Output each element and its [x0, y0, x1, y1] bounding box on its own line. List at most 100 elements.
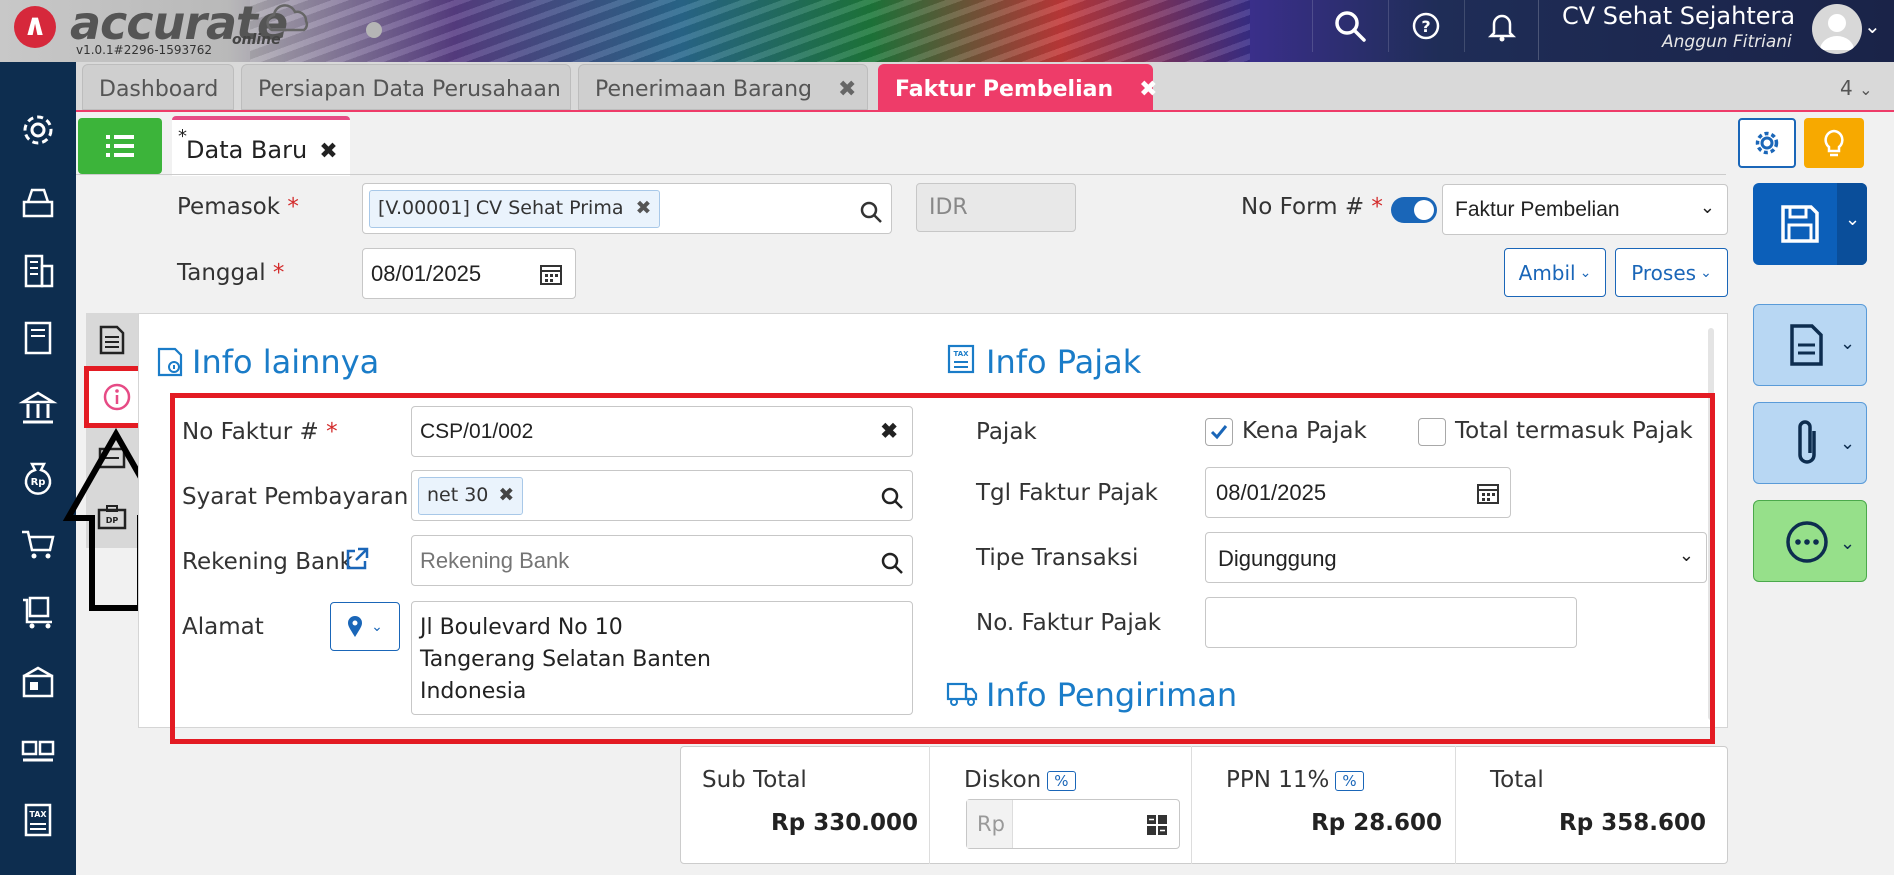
lightbulb-icon — [1824, 129, 1844, 157]
list-document-icon — [99, 325, 125, 355]
save-button[interactable]: ⌄ — [1753, 183, 1867, 265]
no-form-select[interactable]: Faktur Pembelian ⌄ — [1442, 184, 1728, 235]
sidebar-item-purchase[interactable] — [14, 588, 62, 636]
sidebar-item-bank[interactable] — [14, 384, 62, 432]
tab-penerimaan-barang[interactable]: Penerimaan Barang ✖ — [578, 64, 868, 110]
sidebar-item-sales[interactable] — [14, 520, 62, 568]
tips-button[interactable] — [1804, 118, 1864, 168]
sidebar-item-cashier[interactable] — [14, 178, 62, 226]
bank-icon — [18, 391, 58, 424]
no-form-value: Faktur Pembelian — [1455, 198, 1620, 221]
close-icon[interactable]: ✖ — [1139, 77, 1157, 102]
diskon-prefix: Rp — [967, 800, 1013, 848]
diskon-field[interactable]: Rp — [966, 799, 1180, 849]
help-icon: ? — [1412, 12, 1439, 40]
user-name: Anggun Fitriani — [1662, 32, 1792, 52]
chevron-down-icon: ⌄ — [1579, 264, 1592, 281]
avatar[interactable] — [1812, 4, 1862, 54]
ppn-value: Rp 28.600 — [1311, 810, 1442, 836]
pemasok-field[interactable]: [V.00001] CV Sehat Prima ✖ — [362, 183, 892, 234]
calculator-icon[interactable] — [1145, 813, 1169, 837]
sidebar-item-assets[interactable] — [14, 728, 62, 776]
ambil-button[interactable]: Ambil ⌄ — [1504, 248, 1606, 297]
ppn-percent-toggle[interactable]: % — [1335, 770, 1364, 791]
svg-text:?: ? — [1421, 17, 1430, 36]
close-icon[interactable]: ✖ — [838, 77, 856, 102]
tax-icon: TAX — [24, 803, 52, 837]
search-button[interactable] — [1312, 0, 1386, 52]
tab-data-baru[interactable]: * Data Baru ✖ — [172, 116, 350, 176]
tab-persiapan-data[interactable]: Persiapan Data Perusahaan — [241, 64, 571, 110]
cloud-icon — [266, 4, 309, 32]
list-view-button[interactable] — [78, 118, 162, 174]
user-avatar-icon — [1820, 14, 1854, 50]
info-pajak-title: Info Pajak — [986, 343, 1142, 381]
bell-icon — [1487, 14, 1516, 42]
company-name[interactable]: CV Sehat Sejahtera — [1562, 2, 1795, 30]
highlight-box — [170, 393, 1715, 744]
tab-label: Persiapan Data Perusahaan — [258, 77, 561, 102]
ppn-label: PPN 11%% — [1226, 767, 1364, 793]
document-button[interactable]: ⌄ — [1753, 304, 1867, 386]
building-icon — [24, 254, 54, 288]
tax-receipt-icon: TAX — [947, 344, 975, 374]
search-icon[interactable] — [859, 200, 883, 224]
ambil-label: Ambil — [1518, 260, 1576, 285]
more-actions-button[interactable]: ⌄ — [1753, 500, 1867, 582]
subtab-label: Data Baru — [186, 136, 308, 164]
sidebar-item-settings[interactable] — [14, 106, 62, 154]
subtotal-value: Rp 330.000 — [771, 810, 918, 836]
tanggal-label: Tanggal * — [177, 260, 285, 286]
search-icon — [1334, 11, 1366, 42]
sidebar-item-inventory[interactable] — [14, 658, 62, 706]
settings-button[interactable] — [1738, 118, 1796, 168]
attachment-button[interactable]: ⌄ — [1753, 402, 1867, 484]
info-icon — [103, 383, 131, 411]
currency-field: IDR — [916, 183, 1076, 232]
sidebar-item-company[interactable] — [14, 246, 62, 294]
app-subname: online — [232, 32, 281, 48]
no-form-toggle[interactable] — [1391, 197, 1437, 223]
app-version: v1.0.1#2296-1593762 — [76, 43, 213, 57]
svg-text:TAX: TAX — [29, 810, 47, 819]
close-icon[interactable]: ✖ — [319, 139, 337, 164]
sidebar-item-tax[interactable]: TAX — [14, 796, 62, 844]
status-dot — [366, 22, 382, 38]
tab-label: Dashboard — [99, 77, 219, 102]
chevron-down-icon: ⌄ — [1700, 264, 1712, 281]
header-divider — [1538, 0, 1539, 60]
chevron-down-icon[interactable]: ⌄ — [1864, 14, 1881, 38]
accurate-logo-icon[interactable]: ∧ — [14, 6, 56, 48]
ppn-section — [1192, 746, 1456, 864]
tab-dashboard[interactable]: Dashboard — [82, 64, 234, 110]
tab-label: Penerimaan Barang — [595, 77, 812, 102]
notification-button[interactable] — [1464, 0, 1538, 52]
proses-button[interactable]: Proses ⌄ — [1615, 248, 1728, 297]
warehouse-icon — [22, 666, 54, 698]
cash-register-icon — [22, 188, 54, 218]
purchase-cart-icon — [23, 596, 52, 629]
total-label: Total — [1490, 767, 1544, 793]
calendar-icon[interactable] — [539, 262, 563, 286]
chevron-down-icon: ⌄ — [1699, 197, 1715, 217]
chevron-down-icon: ⌄ — [1840, 433, 1856, 454]
document-icon — [1790, 324, 1823, 366]
tab-count-dropdown[interactable]: 4 ⌄ — [1840, 76, 1873, 100]
tab-faktur-pembelian[interactable]: Faktur Pembelian ✖ — [878, 64, 1158, 110]
save-options-button[interactable]: ⌄ — [1837, 183, 1867, 265]
sidebar-item-ledger[interactable] — [14, 314, 62, 362]
info-lainnya-title: Info lainnya — [192, 343, 380, 381]
subtotal-section — [680, 746, 930, 864]
section-tab-detail[interactable] — [88, 312, 136, 368]
diskon-percent-toggle[interactable]: % — [1047, 770, 1076, 791]
boxes-icon — [21, 740, 55, 762]
help-button[interactable]: ? — [1388, 0, 1462, 52]
tanggal-field[interactable]: 08/01/2025 — [362, 248, 576, 299]
sidebar-item-payment[interactable]: Rp — [14, 452, 62, 500]
money-bag-icon: Rp — [24, 462, 52, 495]
remove-icon[interactable]: ✖ — [636, 197, 652, 219]
divider — [76, 174, 1726, 175]
list-icon — [106, 135, 134, 157]
pemasok-label: Pemasok * — [177, 194, 299, 220]
pemasok-chip[interactable]: [V.00001] CV Sehat Prima ✖ — [369, 190, 661, 228]
